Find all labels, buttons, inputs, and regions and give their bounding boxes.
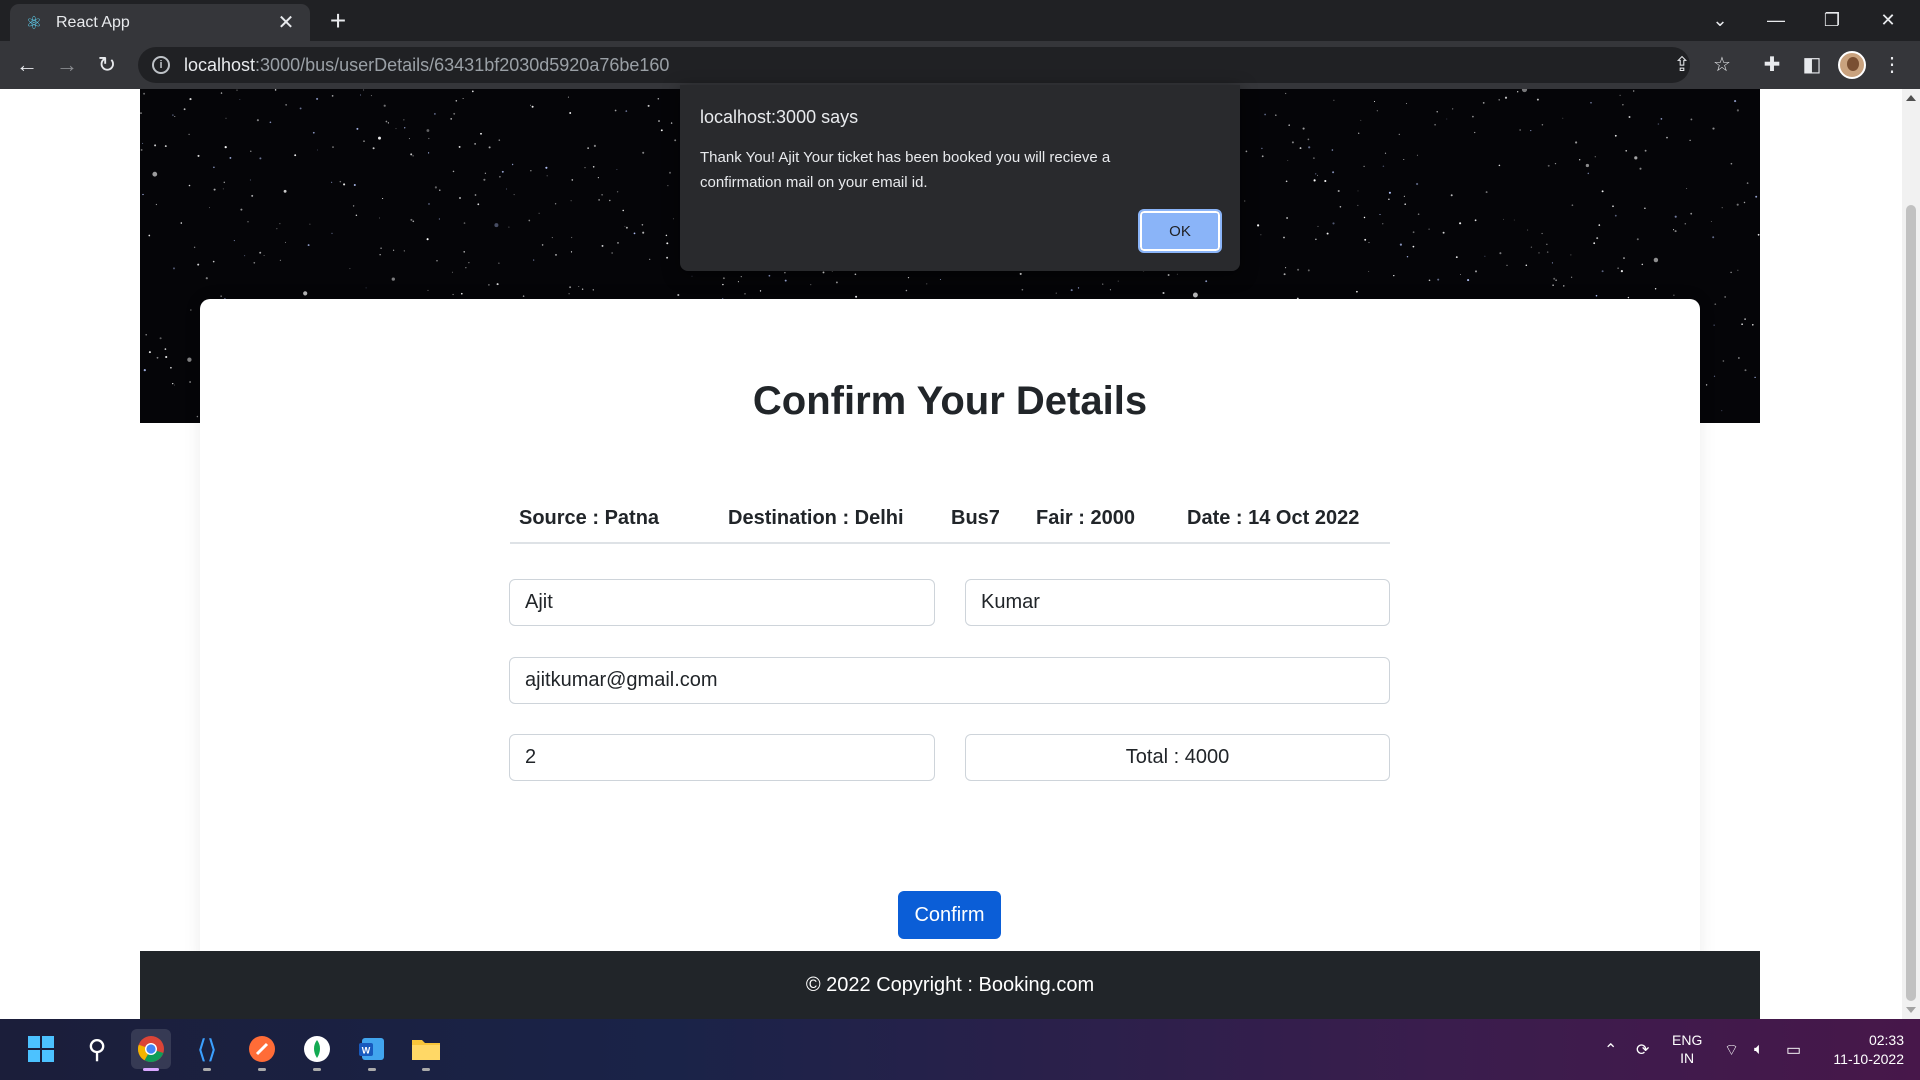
total-field: Total : 4000 (965, 734, 1390, 781)
chrome-taskbar-icon[interactable] (131, 1029, 171, 1071)
lang-top: ENG (1672, 1032, 1703, 1048)
vscode-taskbar-icon[interactable]: ⟨⟩ (187, 1029, 227, 1071)
chrome-icon (137, 1036, 164, 1063)
restore-icon[interactable]: ❐ (1804, 0, 1860, 41)
url-path: :3000/bus/userDetails/63431bf2030d5920a7… (255, 54, 670, 75)
first-name-field[interactable]: Ajit (509, 579, 935, 626)
dialog-title: localhost:3000 says (700, 107, 859, 127)
word-icon: W (359, 1038, 384, 1060)
side-panel-icon[interactable]: ◧ (1796, 49, 1828, 81)
postman-taskbar-icon[interactable] (242, 1029, 282, 1071)
battery-icon[interactable]: ▭ (1786, 1019, 1801, 1080)
bookmark-star-icon[interactable]: ☆ (1706, 49, 1738, 81)
mongodb-compass-taskbar-icon[interactable] (297, 1029, 337, 1071)
seats-field[interactable]: 2 (509, 734, 935, 781)
share-icon[interactable]: ⇪ (1666, 49, 1698, 81)
sync-icon[interactable]: ⟳ (1636, 1019, 1649, 1080)
tray-chevron-icon[interactable]: ⌃ (1604, 1019, 1617, 1080)
scrollbar-thumb[interactable] (1906, 205, 1916, 1001)
last-name-field[interactable]: Kumar (965, 579, 1390, 626)
wifi-icon[interactable]: ⌔ (1724, 1019, 1739, 1080)
browser-tab[interactable]: ⚛ React App ✕ (10, 4, 310, 41)
trip-fair: Fair : 2000 (1036, 507, 1135, 529)
minimize-icon[interactable]: — (1748, 0, 1804, 41)
trip-source: Source : Patna (519, 507, 660, 529)
postman-icon (249, 1036, 275, 1062)
tab-title: React App (56, 13, 130, 31)
word-taskbar-icon[interactable]: W (352, 1029, 392, 1071)
confirm-button[interactable]: Confirm (898, 891, 1001, 939)
file-explorer-taskbar-icon[interactable] (406, 1029, 446, 1071)
folder-icon (412, 1040, 440, 1060)
react-favicon-icon: ⚛ (25, 12, 43, 33)
windows-taskbar: ⚲ ⟨⟩ W ⌃ ⟳ ENG IN ⌔ 🔈︎ ▭ 02:33 11-10-202… (0, 1019, 1920, 1080)
back-icon[interactable]: ← (11, 49, 43, 81)
alert-dialog: localhost:3000 says Thank You! Ajit Your… (680, 85, 1240, 271)
lang-bottom: IN (1680, 1050, 1695, 1066)
email-field[interactable]: ajitkumar@gmail.com (509, 657, 1390, 704)
forward-icon[interactable]: → (51, 49, 83, 81)
extensions-puzzle-icon[interactable]: ✚ (1756, 49, 1788, 81)
search-icon[interactable]: ⚲ (77, 1029, 117, 1069)
language-indicator[interactable]: ENG IN (1672, 1031, 1702, 1067)
scroll-down-icon[interactable] (1906, 1007, 1916, 1013)
page-title: Confirm Your Details (752, 379, 1148, 423)
scroll-up-icon[interactable] (1906, 95, 1916, 101)
address-bar[interactable]: i localhost:3000/bus/userDetails/63431bf… (138, 47, 1690, 83)
menu-kebab-icon[interactable]: ⋮ (1876, 49, 1908, 81)
site-info-icon[interactable]: i (152, 56, 170, 74)
clock-time: 02:33 (1868, 1032, 1904, 1048)
start-button[interactable] (21, 1029, 61, 1069)
url-host: localhost (184, 54, 256, 75)
close-tab-icon[interactable]: ✕ (276, 10, 296, 35)
profile-avatar[interactable] (1838, 51, 1866, 79)
browser-tab-bar: ⚛ React App ✕ + ⌄ — ❐ ✕ (0, 0, 1920, 41)
reload-icon[interactable]: ↻ (91, 49, 123, 81)
trip-summary: Source : Patna Destination : Delhi Bus7 … (510, 499, 1390, 544)
windows-logo-icon (28, 1036, 54, 1062)
dialog-ok-button[interactable]: OK (1138, 209, 1222, 253)
new-tab-button[interactable]: + (323, 6, 353, 36)
mongodb-icon (304, 1036, 330, 1062)
browser-toolbar: ← → ↻ i localhost:3000/bus/userDetails/6… (0, 41, 1920, 89)
trip-destination: Destination : Delhi (728, 507, 904, 529)
page-scrollbar[interactable] (1902, 89, 1920, 1019)
volume-icon[interactable]: 🔈︎ (1754, 1019, 1764, 1080)
trip-bus: Bus7 (951, 507, 1000, 529)
trip-date: Date : 14 Oct 2022 (1187, 507, 1360, 529)
tab-search-icon[interactable]: ⌄ (1692, 0, 1748, 41)
svg-text:W: W (362, 1046, 371, 1056)
details-card: Confirm Your Details Source : Patna Dest… (200, 299, 1700, 969)
close-window-icon[interactable]: ✕ (1860, 0, 1916, 41)
dialog-message: Thank You! Ajit Your ticket has been boo… (700, 149, 1111, 191)
page-footer: © 2022 Copyright : Booking.com (140, 951, 1760, 1019)
clock-date: 11-10-2022 (1833, 1051, 1904, 1067)
taskbar-clock[interactable]: 02:33 11-10-2022 (1820, 1031, 1904, 1069)
